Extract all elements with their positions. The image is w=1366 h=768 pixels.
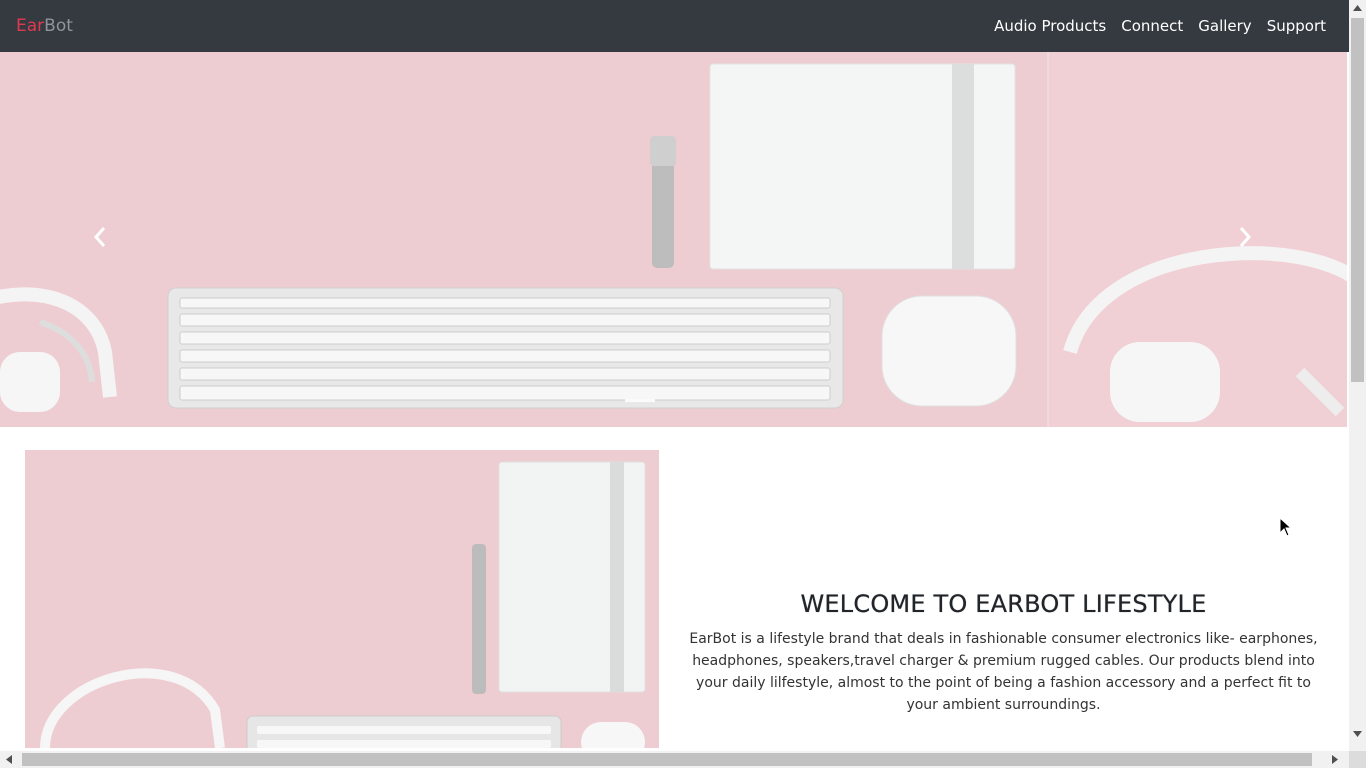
scroll-down-arrow-icon[interactable]: [1353, 731, 1362, 737]
carousel-indicator[interactable]: [625, 399, 655, 402]
nav-support[interactable]: Support: [1267, 17, 1326, 36]
vertical-scrollbar[interactable]: [1349, 0, 1366, 751]
horizontal-scroll-thumb[interactable]: [22, 753, 1312, 766]
hero-image: [0, 52, 1347, 427]
scroll-up-arrow-icon[interactable]: [1353, 5, 1362, 11]
about-photo: [25, 450, 659, 748]
scrollbar-corner: [1349, 751, 1366, 768]
carousel-indicators: [625, 399, 655, 402]
mouse-cursor-icon: [1279, 516, 1293, 541]
welcome-description: EarBot is a lifestyle brand that deals i…: [689, 631, 1318, 713]
navbar: EarBot Audio Products Connect Gallery Su…: [0, 0, 1349, 52]
brand-part-ear: Ear: [16, 16, 45, 36]
nav-gallery[interactable]: Gallery: [1198, 17, 1251, 36]
welcome-section: WELCOME TO EARBOT LIFESTYLE EarBot is a …: [676, 590, 1331, 716]
brand-part-bot: Bot: [44, 16, 73, 36]
scroll-right-arrow-icon[interactable]: [1332, 755, 1338, 764]
chevron-left-icon: [93, 227, 106, 247]
horizontal-scrollbar[interactable]: [0, 751, 1349, 768]
vertical-scroll-thumb[interactable]: [1351, 18, 1364, 382]
nav-audio-products[interactable]: Audio Products: [994, 17, 1106, 36]
chevron-right-icon: [1239, 227, 1252, 247]
brand-logo[interactable]: EarBot: [16, 16, 73, 36]
welcome-title: WELCOME TO EARBOT LIFESTYLE: [800, 590, 1207, 618]
carousel-next-button[interactable]: [1229, 222, 1259, 252]
carousel-prev-button[interactable]: [86, 222, 116, 252]
hero-carousel: [0, 52, 1347, 427]
about-image: [25, 450, 659, 748]
page-viewport: EarBot Audio Products Connect Gallery Su…: [0, 0, 1349, 751]
nav-links: Audio Products Connect Gallery Support: [994, 17, 1326, 36]
scroll-left-arrow-icon[interactable]: [6, 755, 12, 764]
nav-connect[interactable]: Connect: [1121, 17, 1183, 36]
